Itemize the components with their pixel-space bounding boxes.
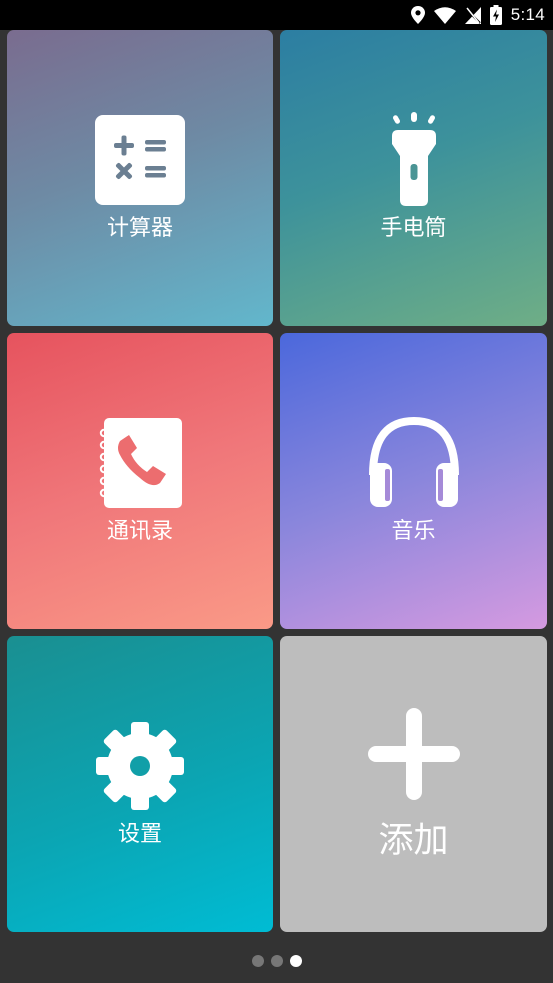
tile-music[interactable]: 音乐: [280, 333, 547, 629]
tile-label: 设置: [117, 822, 162, 847]
tile-label: 音乐: [391, 519, 436, 544]
gear-icon: [96, 722, 184, 810]
page-dot[interactable]: [289, 955, 302, 967]
contacts-icon: [99, 418, 182, 508]
page-dot[interactable]: [270, 955, 283, 967]
flashlight-icon: [391, 112, 436, 206]
tile-label: 计算器: [106, 216, 173, 241]
wifi-icon: [433, 6, 456, 24]
status-icons: 5:14: [410, 0, 545, 30]
battery-charging-icon: [489, 5, 502, 25]
no-sim-icon: [464, 6, 481, 24]
tile-settings[interactable]: 设置: [7, 636, 273, 932]
location-icon: [410, 6, 425, 24]
tile-calculator[interactable]: 计算器: [7, 30, 273, 326]
tile-contacts[interactable]: 通讯录: [7, 333, 273, 629]
tile-label: 通讯录: [106, 519, 173, 544]
status-time: 5:14: [510, 5, 545, 24]
tile-label: 手电筒: [380, 216, 447, 241]
tile-label: 添加: [378, 821, 449, 861]
tile-add[interactable]: 添加: [280, 636, 547, 932]
page-dot[interactable]: [251, 955, 264, 967]
page-indicator: [0, 952, 553, 970]
calculator-icon: [95, 115, 185, 205]
tile-flashlight[interactable]: 手电筒: [280, 30, 547, 326]
headphones-icon: [368, 417, 459, 507]
plus-icon: [367, 708, 460, 800]
status-bar: 5:14: [0, 0, 553, 30]
